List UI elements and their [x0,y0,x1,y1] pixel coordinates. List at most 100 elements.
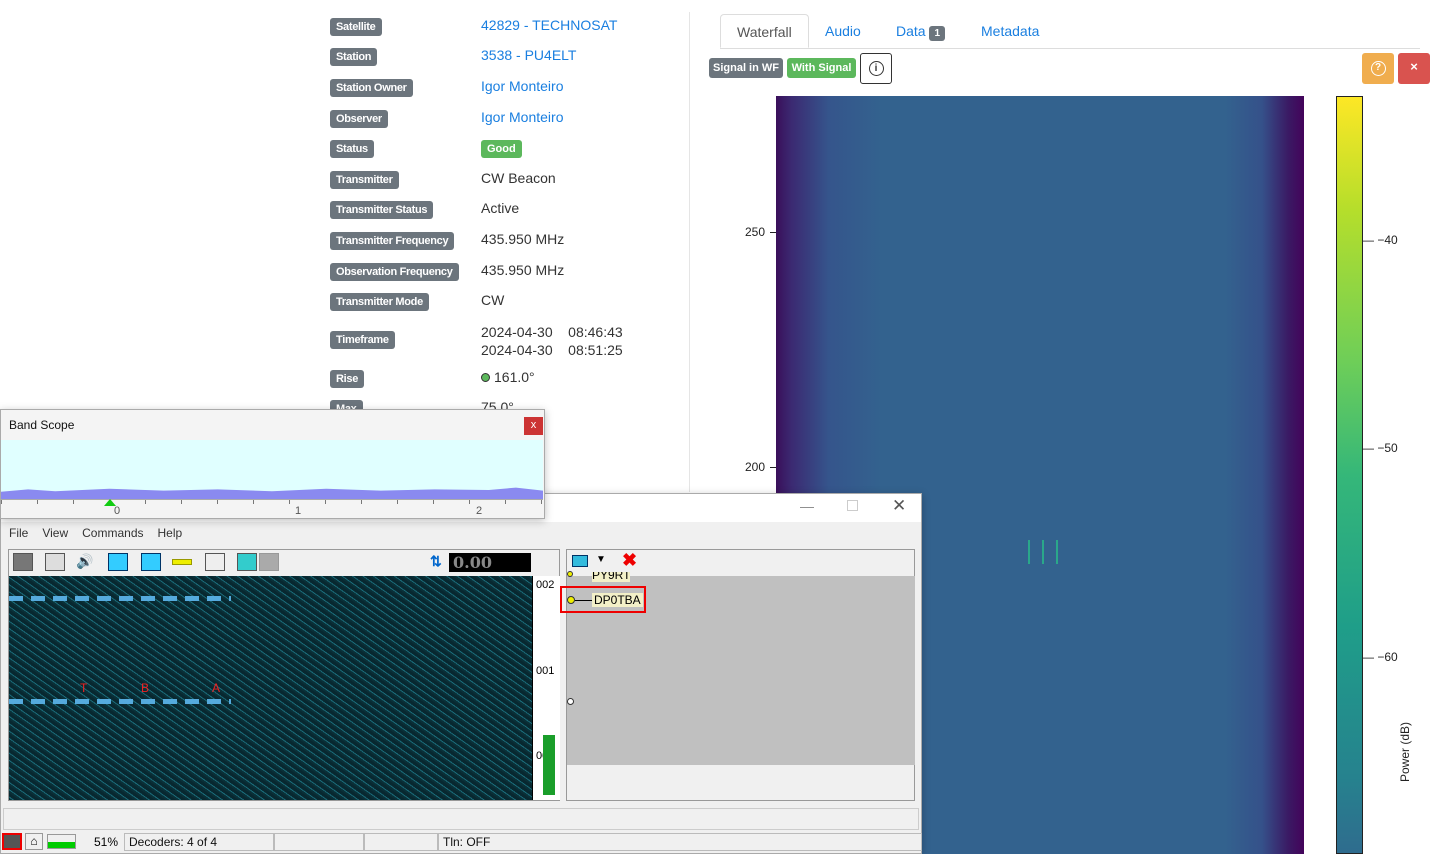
metadata-value[interactable]: Igor Monteiro [481,109,563,125]
metadata-label: Transmitter Mode [330,293,429,311]
speaker-icon[interactable]: 🔊 [76,553,96,571]
tab-data-label: Data [896,23,926,39]
menu-view[interactable]: View [42,526,68,540]
callsign-dot [567,571,573,577]
metadata-label: Observer [330,110,388,128]
status-cell-empty [364,833,438,851]
level-meter [543,735,555,795]
receiver-icon[interactable] [13,553,33,571]
menu-bar: File View Commands Help [9,526,182,540]
timeframe-end: 2024-04-30 08:51:25 [481,342,623,358]
data-count-badge: 1 [929,26,946,41]
y-tick-mark [770,232,776,233]
tln-status: Tln: OFF [438,833,922,851]
metadata-label: Station Owner [330,79,413,97]
signal-trace [1028,540,1058,564]
colorbar-label: Power (dB) [1398,721,1412,783]
tab-data[interactable]: Data 1 [880,14,961,48]
scale-label: 002 [536,579,555,591]
save-icon[interactable] [141,553,161,571]
metadata-label: Observation Frequency [330,263,459,281]
metadata-value[interactable]: Igor Monteiro [481,78,563,94]
decoded-char: A [212,681,221,695]
metadata-value: 435.950 MHz [481,231,565,247]
axis-label: 0 [114,505,121,517]
rise-value: 161.0° [494,369,535,385]
metadata-value: Active [481,200,520,216]
band-scope-title: Band Scope [9,418,75,432]
colorbar-tick-label: −50 [1377,441,1398,455]
axis-label: 2 [476,505,483,517]
timeframe-start: 2024-04-30 08:46:43 [481,324,623,340]
marker-icon[interactable] [108,553,128,571]
y-tick-mark [770,467,776,468]
metadata-label: Transmitter Status [330,201,434,219]
settings-icon[interactable] [237,553,257,571]
signal-in-wf-badge[interactable]: Signal in WF [709,58,783,78]
menu-commands[interactable]: Commands [82,526,143,540]
status-cell-empty [274,833,364,851]
callsign-item[interactable]: DP0TBA [592,593,643,607]
y-tick-250: 250 [745,225,766,239]
sort-arrows-icon[interactable]: ⇅ [430,553,448,572]
metadata-label: Transmitter Frequency [330,232,455,250]
panel-divider [689,12,690,492]
help-button[interactable]: ? [1362,53,1394,84]
maximize-icon[interactable] [847,500,858,511]
tile-icon[interactable] [259,553,279,571]
tape-icon[interactable] [45,553,65,571]
metadata-value[interactable]: 42829 - TECHNOSAT [481,17,617,33]
notes-icon[interactable] [205,553,225,571]
scale-label: 001 [536,665,555,677]
tag-icon[interactable] [572,555,588,567]
info-icon: i [868,61,884,76]
cpu-meter-icon [47,834,76,849]
minimize-icon[interactable]: — [800,498,814,514]
info-button[interactable]: i [860,53,892,84]
metadata-label: Station [330,48,378,66]
window-close-icon[interactable]: ✕ [892,496,906,516]
axis-label: 1 [295,505,302,517]
status-bell-icon[interactable]: ⌂ [25,833,43,850]
band-scope-axis [1,499,543,518]
message-bar [3,808,919,830]
cpu-percent: 51% [94,835,119,849]
cw-signal-line [9,699,231,704]
menu-file[interactable]: File [9,526,28,540]
menu-help[interactable]: Help [158,526,183,540]
marker-dot [567,698,574,705]
tab-audio[interactable]: Audio [809,14,877,48]
colorbar-tick: — −50 [1362,441,1398,455]
decoded-char: B [141,681,150,695]
decoders-status: Decoders: 4 of 4 [124,833,274,851]
status-good-badge: Good [481,140,522,158]
band-scope-close-button[interactable]: x [524,417,543,435]
status-receiver-icon[interactable] [2,833,22,850]
y-tick-200: 200 [745,460,766,474]
tab-bar-line [720,48,1420,49]
metadata-value: CW Beacon [481,170,556,186]
tab-waterfall[interactable]: Waterfall [720,14,809,48]
delete-icon[interactable]: ✖ [622,550,637,571]
metadata-value: Good [481,139,522,158]
metadata-value[interactable]: 3538 - PU4ELT [481,47,576,63]
decoded-char: T [80,681,88,695]
colorbar-tick: — −40 [1362,233,1398,247]
colorbar [1336,96,1363,854]
metadata-label: Satellite [330,18,382,36]
dropdown-arrow-icon[interactable]: ▼ [596,554,606,565]
metadata-value: 2024-04-30 08:46:43 2024-04-30 08:51:25 [481,323,623,359]
with-signal-badge[interactable]: With Signal [787,58,856,78]
callsign-dot [567,596,575,604]
rise-dot-icon [481,373,490,382]
frequency-readout: 0.00 [449,553,531,572]
tab-metadata[interactable]: Metadata [965,14,1055,48]
cw-signal-line [9,596,231,601]
callsign-line [575,600,592,601]
ruler-icon[interactable] [172,559,192,565]
callsign-item[interactable]: PY9RT [592,572,631,582]
metadata-label: Rise [330,370,365,388]
close-button[interactable]: × [1398,53,1430,84]
metadata-value: CW [481,292,505,308]
colorbar-tick: — −60 [1362,650,1398,664]
